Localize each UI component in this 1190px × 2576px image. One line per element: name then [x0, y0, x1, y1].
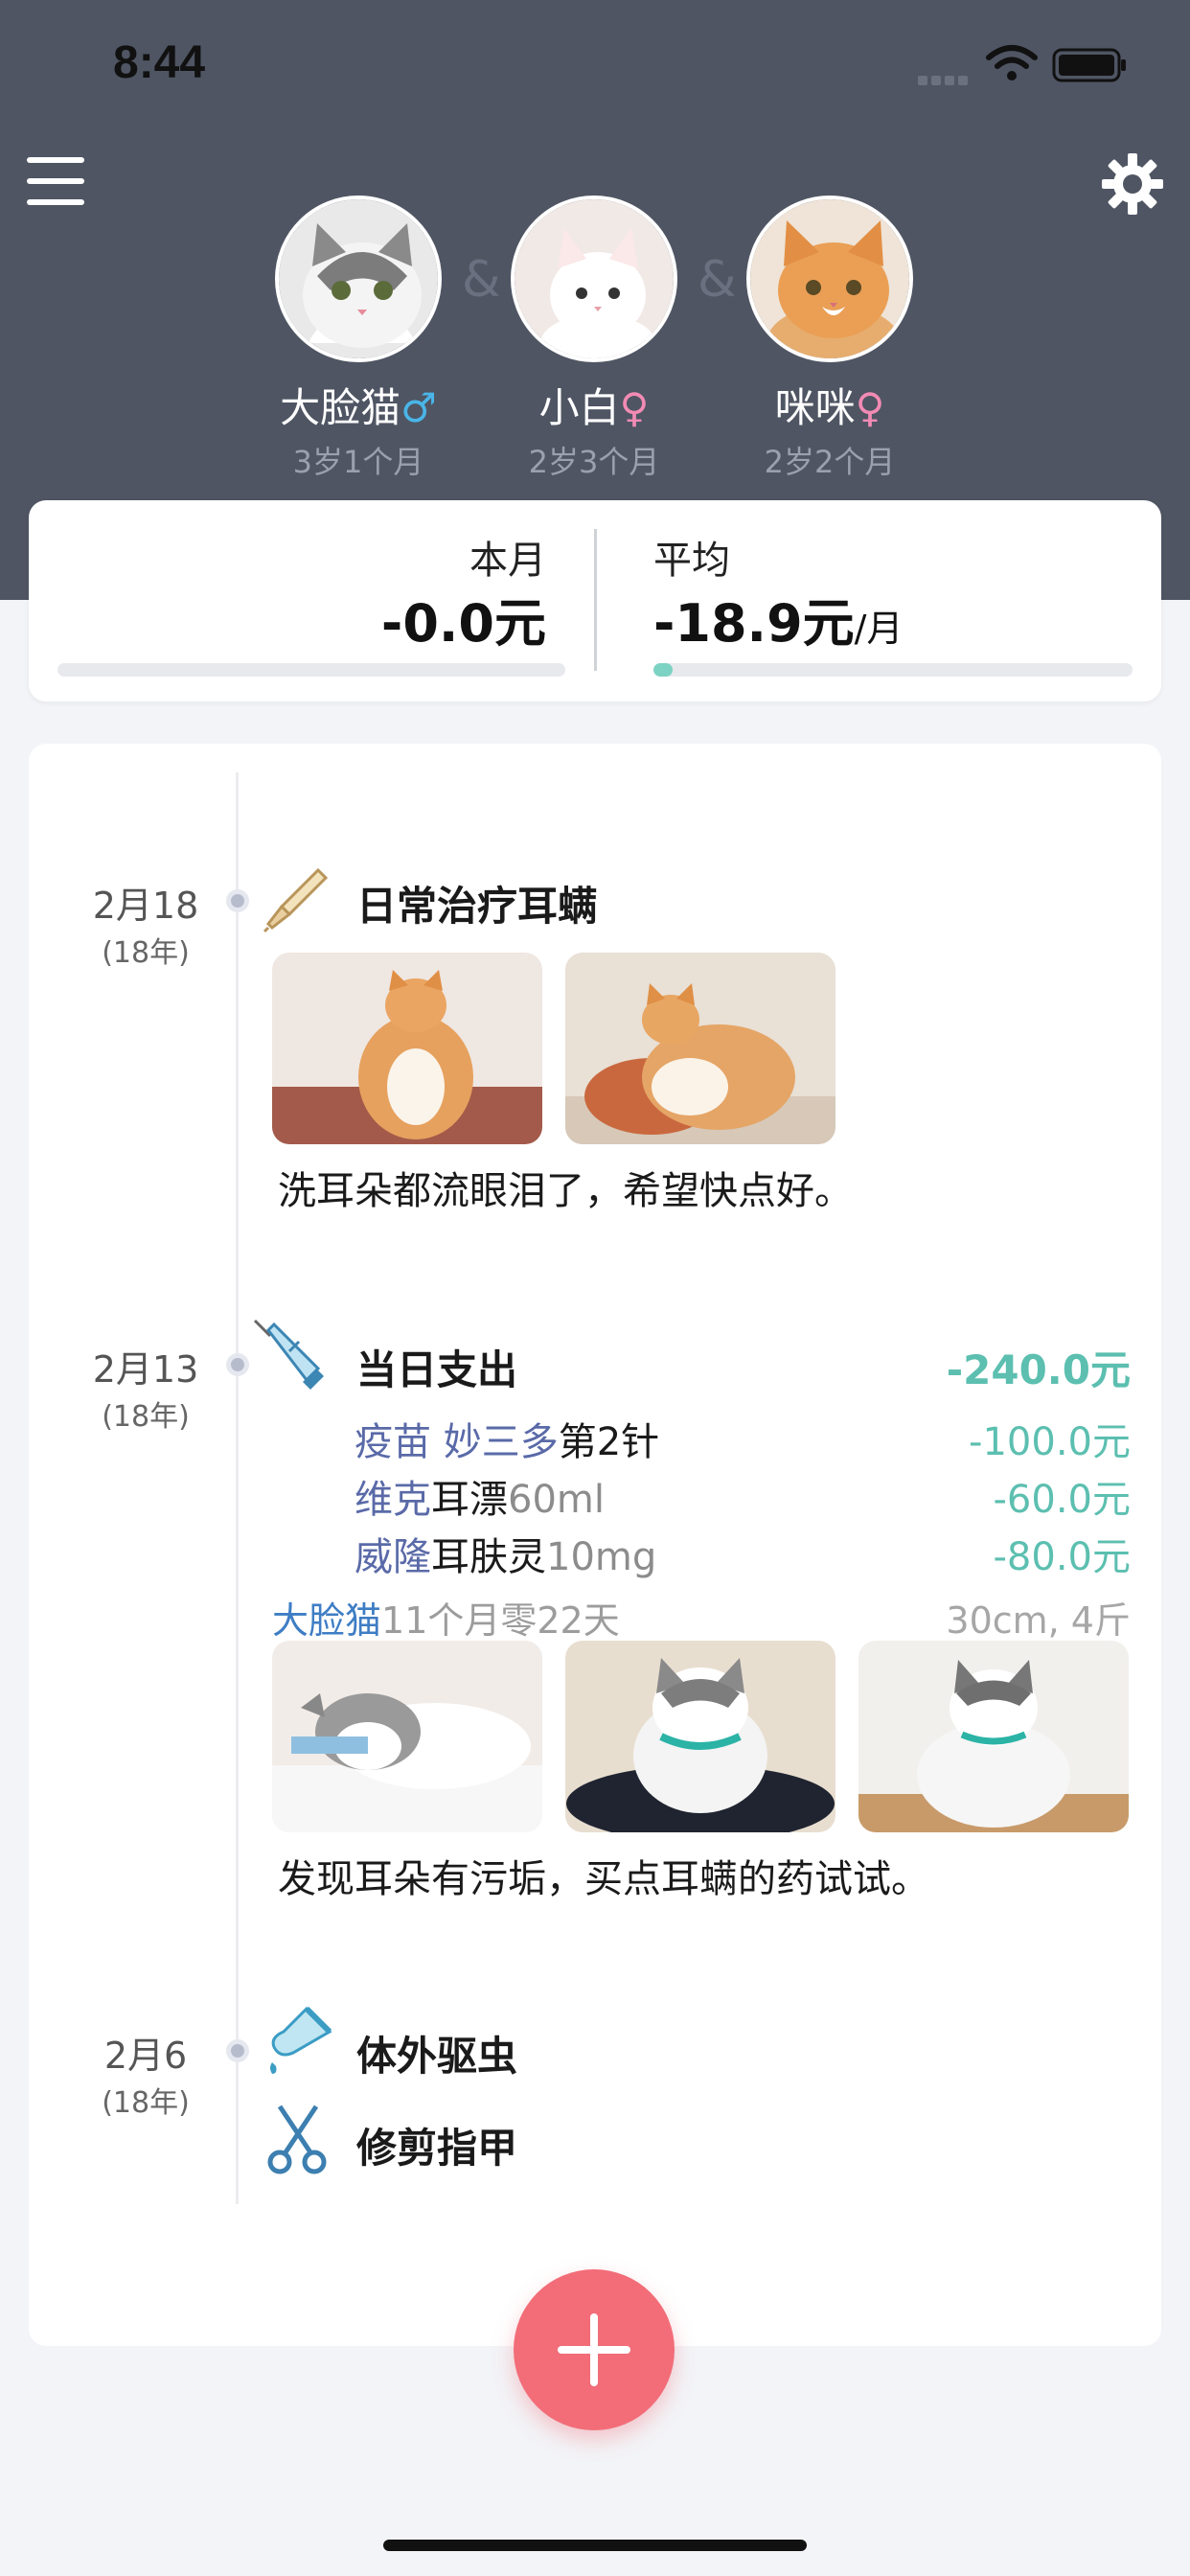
event-date: 2月18 (18年) — [92, 885, 199, 970]
expense-amount: -60.0元 — [993, 1478, 1132, 1522]
event-photo[interactable] — [858, 1641, 1129, 1832]
event-title: 体外驱虫 — [356, 2033, 518, 2080]
event-title: 修剪指甲 — [356, 2125, 518, 2172]
event-photo[interactable] — [272, 1641, 542, 1832]
status-time: 8:44 — [113, 37, 206, 88]
pet-avatar[interactable] — [746, 196, 913, 362]
pet-age: 2岁3个月 — [528, 444, 660, 480]
expense-item[interactable]: 威隆耳肤灵10mg -80.0元 — [355, 1526, 1131, 1583]
event-note: 洗耳朵都流眼泪了，希望快点好。 — [278, 1169, 853, 1213]
event-photo[interactable] — [565, 953, 835, 1144]
female-gender-icon: ♀ — [619, 384, 650, 431]
event-photo[interactable] — [272, 953, 542, 1144]
average-progress-bar — [653, 663, 1133, 677]
event-note: 发现耳朵有污垢，买点耳螨的药试试。 — [278, 1857, 929, 1901]
event-total-amount: -240.0元 — [946, 1346, 1131, 1393]
stats-divider — [594, 529, 597, 671]
event-pet-size: 30cm, 4斤 — [946, 1599, 1131, 1642]
this-month-label: 本月 — [469, 539, 546, 583]
event-date: 2月13 (18年) — [92, 1348, 199, 1434]
event-pet-name: 大脸猫 — [272, 1599, 382, 1642]
pet-name: 大脸猫 — [280, 384, 401, 431]
pet-name: 咪咪 — [774, 384, 856, 431]
expense-stats-card: 本月 -0.0元 平均 -18.9元/月 — [29, 500, 1161, 702]
pet-age: 2岁2个月 — [764, 444, 896, 480]
pet-separator: & — [462, 251, 501, 309]
pet-profile[interactable]: 咪咪♀ 2岁2个月 — [734, 196, 926, 482]
male-gender-icon: ♂ — [400, 384, 437, 431]
timeline-dot — [226, 1353, 249, 1376]
gear-icon[interactable] — [1100, 151, 1165, 217]
deworming-drop-icon — [270, 2006, 332, 2074]
syringe-icon — [253, 1319, 324, 1390]
event-date: 2月6 (18年) — [102, 2035, 190, 2120]
battery-icon — [1052, 48, 1126, 82]
this-month-value: -0.0元 — [380, 593, 546, 654]
event-pet-info: 大脸猫11个月零22天 30cm, 4斤 — [272, 1591, 1131, 1644]
event-photo[interactable] — [565, 1641, 835, 1832]
ear-dropper-icon — [263, 867, 329, 933]
timeline-line — [236, 772, 239, 2204]
expense-amount: -80.0元 — [993, 1535, 1132, 1579]
pet-profile[interactable]: 小白♀ 2岁3个月 — [498, 196, 690, 482]
signal-icon — [918, 71, 972, 85]
expense-item[interactable]: 维克耳漂60ml -60.0元 — [355, 1468, 1131, 1526]
expense-amount: -100.0元 — [969, 1420, 1131, 1464]
pet-profile[interactable]: 大脸猫♂ 3岁1个月 — [263, 196, 454, 482]
female-gender-icon: ♀ — [855, 384, 885, 431]
pet-name: 小白 — [538, 384, 620, 431]
pet-age: 3岁1个月 — [292, 444, 424, 480]
pet-avatar[interactable] — [511, 196, 677, 362]
wifi-icon — [986, 45, 1038, 80]
pet-separator: & — [698, 251, 737, 309]
timeline-dot — [226, 889, 249, 912]
pet-avatar[interactable] — [275, 196, 442, 362]
this-month-progress-bar — [57, 663, 565, 677]
expense-item[interactable]: 疫苗 妙三多第2针 -100.0元 — [355, 1411, 1131, 1468]
hamburger-menu-icon[interactable] — [27, 157, 84, 205]
timeline-dot — [226, 2039, 249, 2062]
add-record-button[interactable] — [514, 2269, 675, 2430]
home-indicator[interactable] — [383, 2540, 807, 2551]
event-pet-age: 11个月零22天 — [381, 1599, 620, 1642]
event-title: 日常治疗耳螨 — [356, 883, 599, 930]
average-value: -18.9元/月 — [653, 593, 904, 654]
event-title: 当日支出 — [356, 1346, 518, 1393]
average-label: 平均 — [653, 539, 730, 583]
scissors-icon — [267, 2104, 327, 2174]
